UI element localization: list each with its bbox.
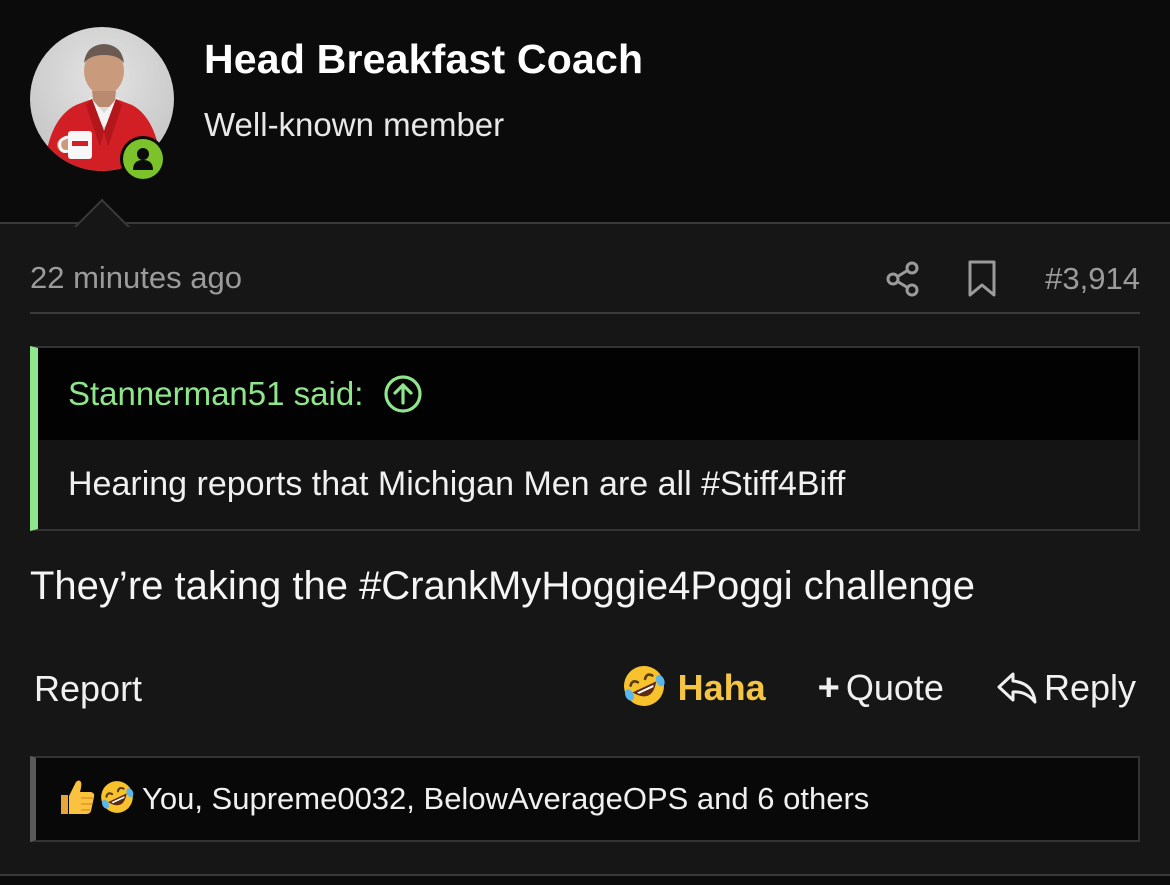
reply-icon bbox=[996, 670, 1038, 706]
share-icon[interactable] bbox=[885, 261, 921, 297]
laughing-emoji-icon bbox=[98, 778, 136, 821]
reply-button-label: Reply bbox=[1043, 667, 1136, 708]
quote-header: Stannerman51 said: bbox=[38, 348, 1138, 440]
bookmark-icon[interactable] bbox=[967, 260, 997, 298]
jump-to-quote-icon[interactable] bbox=[383, 374, 423, 414]
post-meta: 22 minutes ago #3,914 bbox=[30, 256, 1140, 314]
online-status-icon bbox=[120, 136, 166, 182]
quote-author-link[interactable]: Stannerman51 said: bbox=[68, 375, 363, 413]
reactions-bar[interactable]: You, Supreme0032, BelowAverageOPS and 6 … bbox=[30, 756, 1140, 842]
quote-button[interactable]: + Quote bbox=[818, 667, 944, 710]
quote-block: Stannerman51 said: Hearing reports that … bbox=[30, 346, 1140, 531]
reaction-icons bbox=[56, 776, 136, 823]
laughing-emoji-icon bbox=[620, 662, 668, 715]
username-link[interactable]: Head Breakfast Coach bbox=[204, 36, 643, 83]
post-meta-actions: #3,914 bbox=[885, 256, 1140, 302]
quote-button-label: Quote bbox=[845, 667, 944, 708]
post-message: They’re taking the #CrankMyHoggie4Poggi … bbox=[30, 564, 975, 608]
forum-post: Head Breakfast Coach Well-known member 2… bbox=[0, 0, 1170, 885]
user-title: Well-known member bbox=[204, 106, 505, 143]
quote-text: Hearing reports that Michigan Men are al… bbox=[38, 440, 1138, 529]
haha-reaction-button[interactable]: Haha bbox=[620, 662, 766, 715]
thumbs-up-icon bbox=[56, 776, 98, 823]
post-number-link[interactable]: #3,914 bbox=[1045, 261, 1140, 297]
reactions-summary[interactable]: You, Supreme0032, BelowAverageOPS and 6 … bbox=[142, 781, 869, 817]
plus-icon: + bbox=[817, 666, 840, 709]
report-button[interactable]: Report bbox=[34, 668, 142, 710]
footer-divider bbox=[0, 874, 1170, 885]
header-pointer bbox=[74, 197, 130, 227]
post-author-header: Head Breakfast Coach Well-known member bbox=[0, 0, 1170, 224]
post-actions: Haha + Quote Reply bbox=[620, 660, 1136, 716]
reply-button[interactable]: Reply bbox=[996, 667, 1136, 709]
post-timestamp[interactable]: 22 minutes ago bbox=[30, 260, 242, 296]
haha-label: Haha bbox=[677, 667, 766, 708]
